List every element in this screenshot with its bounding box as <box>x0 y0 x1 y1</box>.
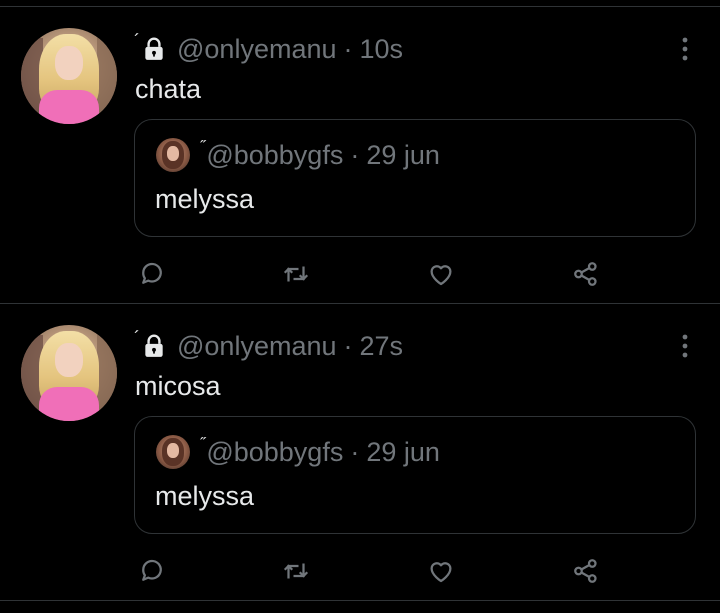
share-icon <box>574 559 597 583</box>
tweet-actions <box>134 553 614 589</box>
quote-text: melyssa <box>155 481 255 511</box>
quote-avatar <box>156 435 190 469</box>
quote-header: ˝ @bobbygfs · 29 jun <box>200 435 440 468</box>
like-button[interactable] <box>423 553 459 589</box>
separator: · <box>350 437 360 467</box>
separator: · <box>343 330 353 361</box>
retweet-icon <box>283 266 309 282</box>
tweet-header: ´ @onlyemanu · 27s <box>134 327 404 363</box>
more-menu-button[interactable] <box>670 331 700 361</box>
retweet-button[interactable] <box>278 553 314 589</box>
more-vertical-icon <box>682 334 688 358</box>
quote-timestamp: 29 jun <box>366 437 440 467</box>
reply-button[interactable] <box>134 553 170 589</box>
quote-timestamp: 29 jun <box>366 140 440 170</box>
tweet-text: micosa <box>135 371 221 401</box>
avatar[interactable] <box>21 28 117 124</box>
quoted-tweet[interactable]: ˝ @bobbygfs · 29 jun melyssa <box>134 119 696 237</box>
share-icon <box>574 262 597 286</box>
reply-button[interactable] <box>134 256 170 292</box>
reply-icon <box>142 559 162 581</box>
tweet[interactable]: ´ @onlyemanu · 10s chata ˝ @bobbygfs · 2… <box>0 6 720 302</box>
share-button[interactable] <box>568 256 604 292</box>
quote-username: @bobbygfs <box>206 437 344 467</box>
quote-header: ˝ @bobbygfs · 29 jun <box>200 138 440 171</box>
username[interactable]: @onlyemanu <box>177 34 337 65</box>
quote-text: melyssa <box>155 184 255 214</box>
tweet-text: chata <box>135 74 202 104</box>
username[interactable]: @onlyemanu <box>177 331 337 362</box>
reply-icon <box>142 262 162 284</box>
retweet-button[interactable] <box>278 256 314 292</box>
tweet-header: ´ @onlyemanu · 10s <box>134 30 404 66</box>
more-menu-button[interactable] <box>670 34 700 64</box>
lock-icon <box>141 333 167 359</box>
accent-mark: ´ <box>134 30 140 51</box>
heart-icon <box>430 562 452 583</box>
quoted-tweet[interactable]: ˝ @bobbygfs · 29 jun melyssa <box>134 416 696 534</box>
timestamp[interactable]: 27s <box>360 331 404 362</box>
more-vertical-icon <box>682 37 688 61</box>
share-button[interactable] <box>568 553 604 589</box>
avatar[interactable] <box>21 325 117 421</box>
heart-icon <box>430 265 452 286</box>
accent-mark: ´ <box>134 327 140 348</box>
separator: · <box>350 140 360 170</box>
lock-icon <box>141 36 167 62</box>
quote-username: @bobbygfs <box>206 140 344 170</box>
tweet[interactable]: ´ @onlyemanu · 27s micosa ˝ @bobbygfs · <box>0 303 720 599</box>
quote-avatar <box>156 138 190 172</box>
accent-mark: ˝ <box>200 138 206 156</box>
timestamp[interactable]: 10s <box>360 34 404 65</box>
tweet-actions <box>134 256 614 292</box>
separator: · <box>343 33 353 64</box>
retweet-icon <box>283 563 309 579</box>
accent-mark: ˝ <box>200 435 206 453</box>
bottom-divider <box>0 600 720 601</box>
like-button[interactable] <box>423 256 459 292</box>
